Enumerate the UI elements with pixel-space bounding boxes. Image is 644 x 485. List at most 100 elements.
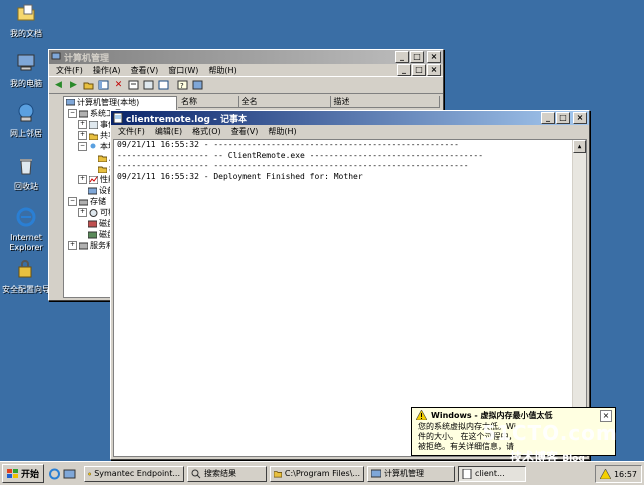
performance-icon (89, 175, 98, 184)
up-folder-icon[interactable] (82, 79, 95, 91)
notepad-titlebar[interactable]: clientremote.log - 记事本 _ □ × (111, 111, 589, 125)
warning-icon (416, 410, 427, 420)
column-header-description[interactable]: 描述 (330, 96, 440, 108)
collapse-icon[interactable]: − (68, 109, 77, 118)
text-line: ------------------- --------------------… (117, 161, 469, 170)
taskbar-button-computer-management[interactable]: 计算机管理 (367, 465, 456, 482)
window-title: 计算机管理 (64, 53, 110, 64)
computer-management-titlebar[interactable]: 计算机管理 _ □ × (49, 50, 443, 64)
taskbar-button-search-results[interactable]: 搜索结果 (187, 465, 268, 482)
folder-icon (98, 155, 107, 162)
tree-item-root[interactable]: 计算机管理(本地) (64, 97, 176, 108)
system-tray: 16:57 (594, 465, 642, 483)
child-restore-button[interactable]: □ (412, 64, 426, 76)
task-label: 搜索结果 (204, 469, 237, 478)
desktop-icon-label: 我的文档 (10, 29, 42, 38)
desktop-icon-internet-explorer[interactable]: Internet Explorer (0, 206, 52, 253)
defrag-icon (88, 220, 97, 227)
menu-help[interactable]: 帮助(H) (203, 65, 241, 76)
storage-icon (79, 199, 88, 205)
folder-document-icon (17, 4, 35, 21)
collapse-icon[interactable]: − (78, 142, 87, 151)
svg-text:?: ? (180, 82, 184, 90)
recycle-bin-icon (20, 159, 32, 175)
expand-icon[interactable]: + (78, 120, 87, 129)
taskbar-button-program-files[interactable]: C:\Program Files\... (270, 465, 365, 482)
maximize-button[interactable]: □ (410, 51, 424, 63)
scroll-up-arrow-icon[interactable]: ▲ (573, 140, 586, 153)
column-header-name[interactable]: 名称 (178, 96, 239, 108)
close-button[interactable]: × (573, 112, 587, 124)
clock[interactable]: 16:57 (614, 470, 637, 479)
desktop-icon-label: 回收站 (14, 182, 38, 191)
desktop-icon-my-documents[interactable]: 我的文档 (0, 2, 52, 39)
menu-help[interactable]: 帮助(H) (263, 126, 301, 137)
desktop-icon-security-wizard[interactable]: 安全配置向导 (0, 258, 52, 295)
notepad-menubar: 文件(F) 编辑(E) 格式(O) 查看(V) 帮助(H) (111, 125, 589, 137)
child-close-button[interactable]: × (427, 64, 441, 76)
forward-icon[interactable]: ▶ (67, 79, 80, 91)
taskbar-button-notepad[interactable]: client... (458, 465, 527, 482)
folder-icon (98, 166, 107, 173)
desktop-icon-network[interactable]: 网上邻居 (0, 102, 52, 139)
expand-icon[interactable]: + (78, 208, 87, 217)
event-viewer-icon (89, 120, 98, 129)
menu-view[interactable]: 查看(V) (226, 126, 264, 137)
warning-icon[interactable] (599, 469, 611, 479)
desktop-icon-my-computer[interactable]: 我的电脑 (0, 52, 52, 89)
menu-edit[interactable]: 编辑(E) (150, 126, 187, 137)
minimize-button[interactable]: _ (541, 112, 555, 124)
quick-launch (48, 468, 76, 480)
notepad-icon (113, 113, 123, 123)
removable-storage-icon (89, 208, 98, 217)
refresh-icon[interactable] (142, 79, 155, 91)
shared-folder-icon (89, 133, 98, 140)
task-label: 计算机管理 (384, 469, 425, 478)
services-icon (79, 242, 88, 249)
show-desktop-icon[interactable] (63, 468, 76, 480)
expand-icon[interactable]: + (68, 241, 77, 250)
menu-file[interactable]: 文件(F) (51, 65, 88, 76)
menu-format[interactable]: 格式(O) (187, 126, 226, 137)
back-icon[interactable]: ◀ (52, 79, 65, 91)
expand-icon[interactable]: + (78, 175, 87, 184)
child-minimize-button[interactable]: _ (397, 64, 411, 76)
task-label: C:\Program Files\... (284, 469, 361, 478)
device-manager-icon (88, 187, 97, 194)
computer-icon (17, 54, 35, 71)
computer-management-toolbar: ◀ ▶ ✕ ? (49, 76, 443, 94)
security-wizard-icon (18, 260, 32, 278)
windows-logo-icon (7, 468, 18, 478)
text-line: ------------------- -- ClientRemote.exe … (117, 150, 484, 160)
menu-window[interactable]: 窗口(W) (163, 65, 203, 76)
start-button[interactable]: 开始 (2, 464, 45, 483)
collapse-icon[interactable]: − (68, 197, 77, 206)
column-header-fullname[interactable]: 全名 (238, 96, 331, 108)
close-button[interactable]: × (427, 51, 441, 63)
menu-action[interactable]: 操作(A) (88, 65, 126, 76)
desktop-icon-label: 网上邻居 (10, 129, 42, 138)
folder-icon (274, 470, 282, 478)
delete-icon[interactable]: ✕ (112, 79, 125, 91)
menu-view[interactable]: 查看(V) (126, 65, 164, 76)
show-tree-icon[interactable] (97, 79, 110, 91)
computer-management-icon (66, 98, 75, 105)
task-label: Symantec Endpoint... (94, 469, 181, 478)
console-icon[interactable] (191, 79, 204, 91)
minimize-button[interactable]: _ (395, 51, 409, 63)
expand-icon[interactable]: + (78, 131, 87, 140)
internet-explorer-icon[interactable] (48, 468, 61, 480)
desktop-icon-recycle-bin[interactable]: 回收站 (0, 155, 52, 192)
users-icon (90, 143, 96, 148)
maximize-button[interactable]: □ (556, 112, 570, 124)
desktop-icon-label: 我的电脑 (10, 79, 42, 88)
menu-file[interactable]: 文件(F) (113, 126, 150, 137)
taskbar-button-symantec[interactable]: Symantec Endpoint... (84, 465, 185, 482)
help-icon[interactable]: ? (176, 79, 189, 91)
tools-icon (79, 110, 88, 117)
computer-management-icon (371, 469, 382, 477)
symantec-icon (88, 472, 92, 475)
export-list-icon[interactable] (157, 79, 170, 91)
balloon-title: Windows - 虚拟内存最小值太低 (431, 410, 553, 420)
properties-icon[interactable] (127, 79, 140, 91)
